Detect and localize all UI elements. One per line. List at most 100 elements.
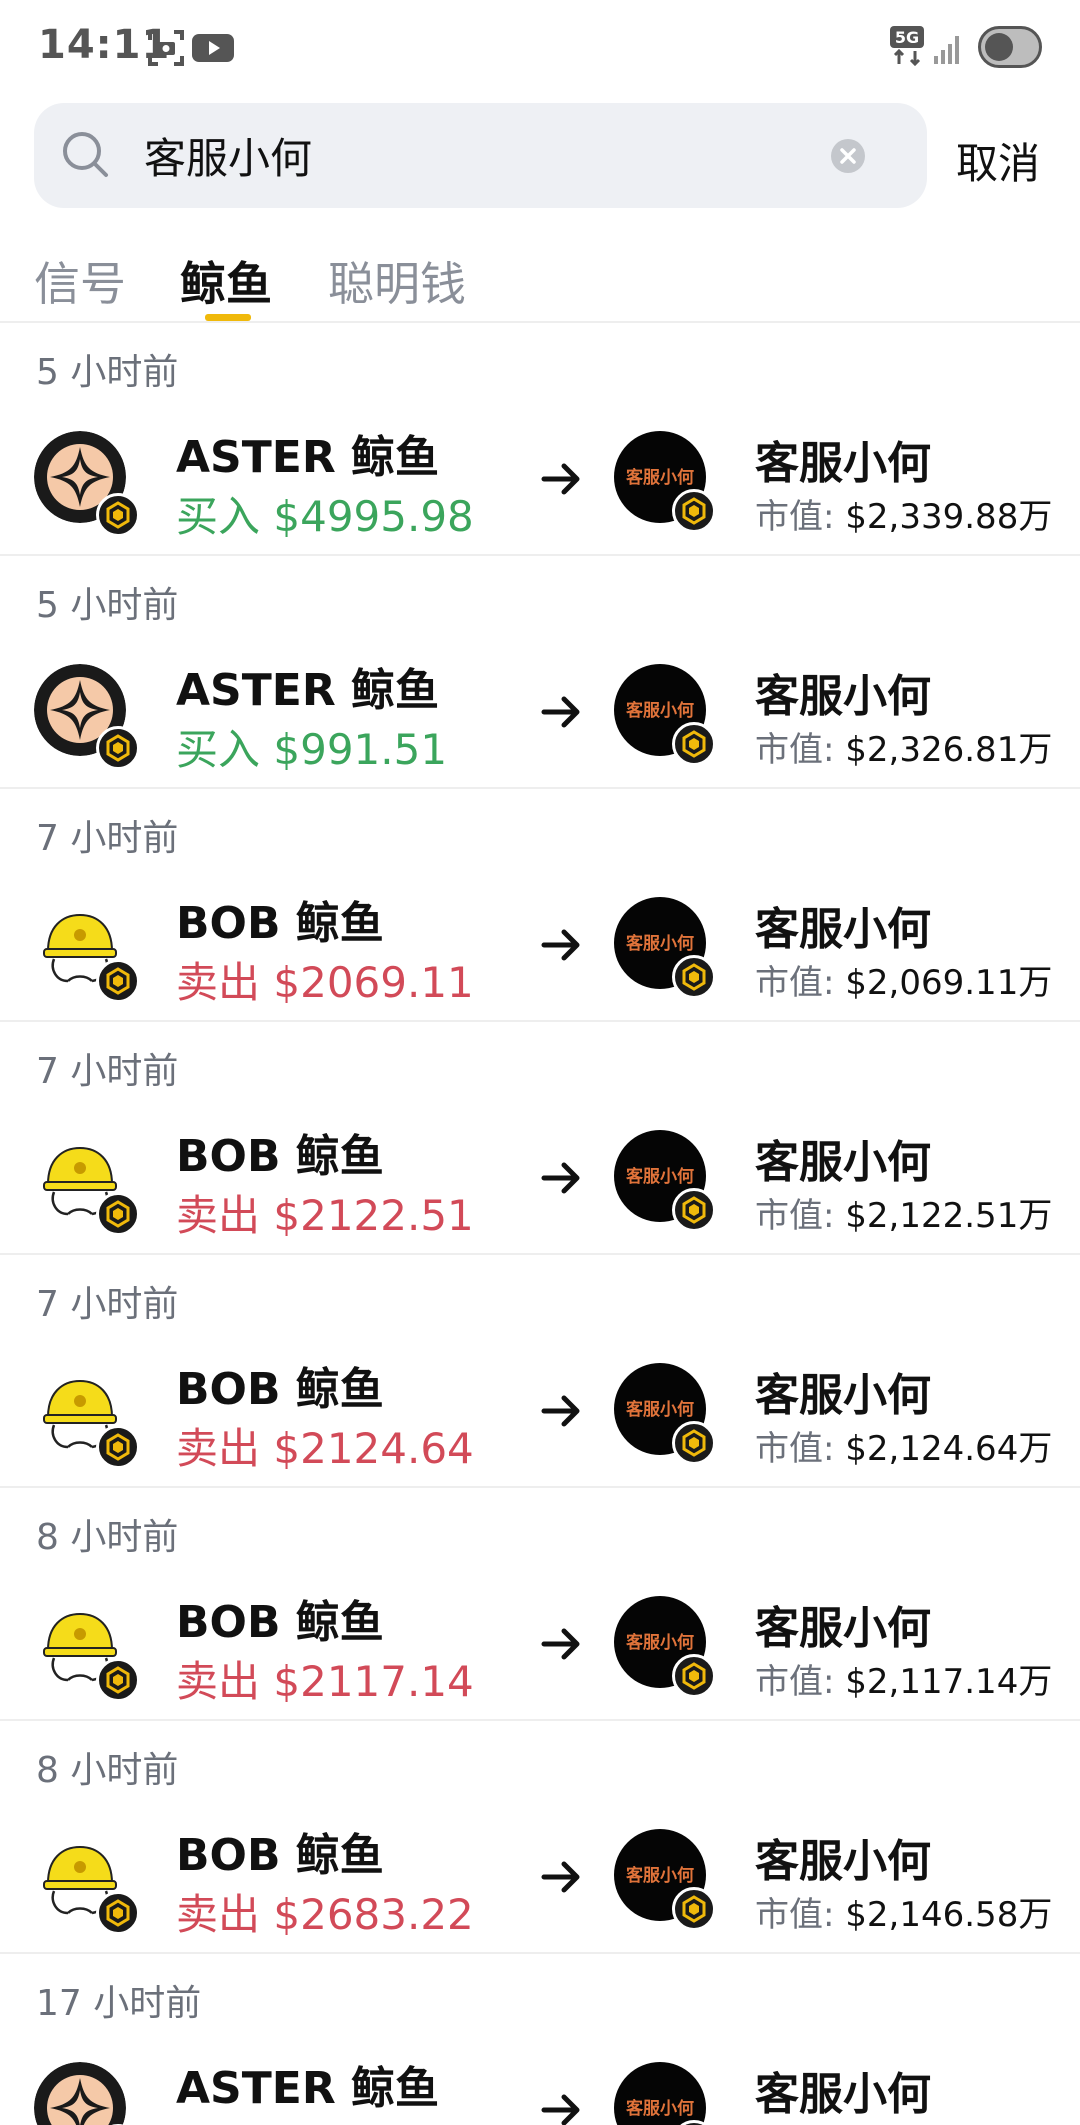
token-avatar-label: 客服小何 xyxy=(626,1633,694,1653)
market-cap-value: $2,122.51万 xyxy=(845,1196,1053,1236)
toggle-icon xyxy=(978,26,1042,68)
token-avatar-label: 客服小何 xyxy=(626,1866,694,1886)
token-avatar-label: 客服小何 xyxy=(626,934,694,954)
feed-row[interactable]: 7 小时前 BOB 鲸鱼 卖出 $2124.64 客服小何 客服小何 市值: $… xyxy=(0,1255,1080,1488)
active-tab-indicator xyxy=(205,314,251,321)
token-name[interactable]: 客服小何 xyxy=(755,1126,931,1190)
whale-name: BOB 鲸鱼 xyxy=(176,1830,384,1881)
clear-icon[interactable] xyxy=(831,139,865,173)
trade-info: 买入 $4995.98 xyxy=(176,483,474,544)
trade-info: 买入 $991.51 xyxy=(176,716,447,777)
signal-icon xyxy=(934,32,964,68)
token-name[interactable]: 客服小何 xyxy=(755,2058,931,2122)
row-time: 5 小时前 xyxy=(36,352,179,393)
whale-name: BOB 鲸鱼 xyxy=(176,1131,384,1182)
token-avatar: 客服小何 xyxy=(614,2062,716,2125)
trade-amount: $2122.51 xyxy=(273,1191,474,1240)
whale-name: ASTER 鲸鱼 xyxy=(176,432,440,483)
trade-action: 卖出 xyxy=(176,1191,261,1240)
arrow-right-icon xyxy=(538,2086,586,2125)
trade-info: 卖出 $2122.51 xyxy=(176,1182,474,1243)
arrow-right-icon xyxy=(538,1154,586,1202)
token-avatar: 客服小何 xyxy=(614,1596,716,1698)
arrow-right-icon xyxy=(538,455,586,503)
feed-row[interactable]: 5 小时前 ASTER 鲸鱼 买入 $991.51 客服小何 客服小何 市值: … xyxy=(0,556,1080,789)
svg-text:5G: 5G xyxy=(895,28,919,47)
cancel-button[interactable]: 取消 xyxy=(956,130,1040,191)
tab-whales[interactable]: 鲸鱼 xyxy=(180,248,272,314)
token-avatar: 客服小何 xyxy=(614,1363,716,1465)
search-input[interactable] xyxy=(144,125,824,185)
bnb-chain-icon xyxy=(96,1192,140,1236)
toggle-knob xyxy=(985,33,1013,61)
trade-amount: $2683.22 xyxy=(273,1890,474,1939)
token-name[interactable]: 客服小何 xyxy=(755,427,931,491)
screenshot-icon xyxy=(146,28,186,72)
whale-name: ASTER 鲸鱼 xyxy=(176,665,440,716)
market-cap-label: 市值: xyxy=(755,1895,835,1935)
whale-name: ASTER 鲸鱼 xyxy=(176,2063,440,2114)
5g-icon: 5G xyxy=(890,26,924,70)
market-cap-label: 市值: xyxy=(755,1662,835,1702)
bnb-chain-icon xyxy=(96,726,140,770)
bnb-chain-icon xyxy=(672,1188,716,1232)
token-name[interactable]: 客服小何 xyxy=(755,893,931,957)
market-cap-value: $2,339.88万 xyxy=(845,497,1053,537)
whale-avatar xyxy=(34,1130,140,1236)
bnb-chain-icon xyxy=(672,1887,716,1931)
feed-row[interactable]: 8 小时前 BOB 鲸鱼 卖出 $2117.14 客服小何 客服小何 市值: $… xyxy=(0,1488,1080,1721)
token-avatar-label: 客服小何 xyxy=(626,1400,694,1420)
row-time: 17 小时前 xyxy=(36,1983,202,2024)
status-bar: 14:11 5G xyxy=(0,0,1080,96)
market-cap-value: $2,146.58万 xyxy=(845,1895,1053,1935)
whale-feed: 5 小时前 ASTER 鲸鱼 买入 $4995.98 客服小何 客服小何 市值:… xyxy=(0,323,1080,2125)
token-avatar: 客服小何 xyxy=(614,897,716,999)
market-cap: 市值: $2,124.64万 xyxy=(755,1421,1052,1470)
trade-amount: $2124.64 xyxy=(273,1424,474,1473)
trade-action: 卖出 xyxy=(176,1424,261,1473)
market-cap: 市值: $2,069.11万 xyxy=(755,955,1052,1004)
trade-amount: $4995.98 xyxy=(273,492,474,541)
whale-avatar xyxy=(34,1596,140,1702)
search-box[interactable] xyxy=(34,103,927,208)
arrow-right-icon xyxy=(538,1620,586,1668)
trade-info: 卖出 $2124.64 xyxy=(176,1415,474,1476)
trade-amount: $2069.11 xyxy=(273,958,474,1007)
feed-row[interactable]: 8 小时前 BOB 鲸鱼 卖出 $2683.22 客服小何 客服小何 市值: $… xyxy=(0,1721,1080,1954)
trade-action: 卖出 xyxy=(176,1657,261,1706)
token-name[interactable]: 客服小何 xyxy=(755,660,931,724)
market-cap: 市值: $2,122.51万 xyxy=(755,1188,1052,1237)
market-cap-value: $2,124.64万 xyxy=(845,1429,1053,1469)
youtube-icon xyxy=(192,32,234,68)
token-avatar: 客服小何 xyxy=(614,1130,716,1232)
token-avatar-label: 客服小何 xyxy=(626,2099,694,2119)
market-cap: 市值: $2,117.14万 xyxy=(755,1654,1052,1703)
bnb-chain-icon xyxy=(96,1891,140,1935)
aster-whale-avatar xyxy=(34,2062,126,2125)
trade-info: 卖出 $2683.22 xyxy=(176,1881,474,1942)
trade-action: 卖出 xyxy=(176,1890,261,1939)
token-avatar-label: 客服小何 xyxy=(626,701,694,721)
market-cap-label: 市值: xyxy=(755,1196,835,1236)
whale-name: BOB 鲸鱼 xyxy=(176,898,384,949)
bnb-chain-icon xyxy=(96,959,140,1003)
trade-info: 卖出 $2117.14 xyxy=(176,1648,474,1709)
token-name[interactable]: 客服小何 xyxy=(755,1825,931,1889)
bnb-chain-icon xyxy=(672,1421,716,1465)
token-name[interactable]: 客服小何 xyxy=(755,1359,931,1423)
arrow-right-icon xyxy=(538,1853,586,1901)
tab-bar: 信号 鲸鱼 聪明钱 xyxy=(0,248,1080,322)
tab-smart-money[interactable]: 聪明钱 xyxy=(328,248,466,314)
token-avatar: 客服小何 xyxy=(614,1829,716,1931)
token-name[interactable]: 客服小何 xyxy=(755,1592,931,1656)
feed-row[interactable]: 17 小时前 ASTER 鲸鱼 客服小何 客服小何 xyxy=(0,1954,1080,2125)
feed-row[interactable]: 7 小时前 BOB 鲸鱼 卖出 $2069.11 客服小何 客服小何 市值: $… xyxy=(0,789,1080,1022)
whale-name: BOB 鲸鱼 xyxy=(176,1364,384,1415)
trade-action: 买入 xyxy=(176,492,261,541)
arrow-right-icon xyxy=(538,1387,586,1435)
tab-signals[interactable]: 信号 xyxy=(34,248,126,314)
feed-row[interactable]: 5 小时前 ASTER 鲸鱼 买入 $4995.98 客服小何 客服小何 市值:… xyxy=(0,323,1080,556)
feed-row[interactable]: 7 小时前 BOB 鲸鱼 卖出 $2122.51 客服小何 客服小何 市值: $… xyxy=(0,1022,1080,1255)
market-cap: 市值: $2,146.58万 xyxy=(755,1887,1052,1936)
bnb-chain-icon xyxy=(672,1654,716,1698)
